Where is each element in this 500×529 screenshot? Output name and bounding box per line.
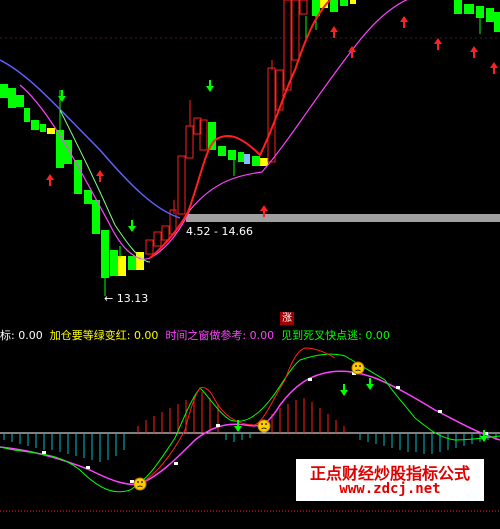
candle — [486, 8, 494, 22]
down-arrow-icon — [128, 220, 136, 232]
down-arrow-icon — [206, 80, 214, 92]
up-arrow-icon — [400, 16, 408, 28]
wicks — [59, 16, 481, 296]
candle — [47, 128, 55, 134]
candle — [208, 122, 216, 150]
watermark: 正点财经炒股指标公式 www.zdcj.net — [296, 459, 484, 501]
candle — [244, 154, 250, 164]
up-arrow-icons — [46, 16, 498, 217]
candle — [8, 88, 16, 108]
indicator-legend-bar: 标: 0.00 加仓要等绿变红: 0.00 时间之窗做参考: 0.00 见到死叉… — [0, 327, 500, 344]
candle — [40, 124, 46, 132]
up-arrow-icon — [490, 62, 498, 74]
sad-face-icon — [133, 477, 147, 491]
candle — [74, 160, 82, 194]
candle — [118, 256, 126, 276]
candle — [218, 146, 226, 156]
up-arrow-icon — [46, 174, 54, 186]
indicator-item-3: 见到死叉快点逃: 0.00 — [281, 329, 390, 342]
candle — [238, 152, 244, 162]
down-arrow-icon — [366, 378, 374, 390]
candle — [0, 84, 8, 98]
candle — [340, 0, 348, 6]
up-arrow-icon — [470, 46, 478, 58]
sad-face-icon — [257, 419, 271, 433]
up-arrow-icon — [96, 170, 104, 182]
indicator-item-2: 时间之窗做参考: 0.00 — [165, 329, 275, 342]
support-band — [186, 214, 500, 222]
candle — [464, 4, 474, 14]
candle — [260, 158, 268, 166]
down-arrow-icon — [480, 430, 488, 442]
up-arrow-icon — [348, 46, 356, 58]
positive-histogram — [137, 392, 345, 433]
candle — [128, 256, 136, 270]
indicator-down-arrows — [234, 378, 488, 442]
down-arrow-icon — [340, 384, 348, 396]
indicator-item-1: 加仓要等绿变红: 0.00 — [49, 329, 159, 342]
negative-histogram — [3, 433, 497, 462]
candle — [494, 12, 500, 32]
limit-up-badge: 涨 — [280, 312, 294, 325]
down-arrow-icon — [234, 420, 242, 432]
indicator-item-0: 标: 0.00 — [0, 329, 43, 342]
candle — [16, 95, 24, 107]
candle — [84, 190, 92, 204]
candle — [330, 0, 338, 12]
stock-chart-window: 4.52 - 14.66 ← 13.13 涨 标: 0.00 加仓要等绿变红: … — [0, 0, 500, 529]
candle — [350, 0, 356, 4]
candle — [101, 230, 109, 278]
low-price-label: ← 13.13 — [104, 292, 149, 305]
up-arrow-icon — [434, 38, 442, 50]
candle — [252, 156, 260, 166]
candle — [110, 250, 118, 276]
candle — [228, 150, 236, 160]
up-arrow-icon — [330, 26, 338, 38]
candle — [454, 0, 462, 14]
sad-face-icon — [351, 361, 365, 375]
range-label: 4.52 - 14.66 — [186, 225, 253, 238]
candle — [476, 6, 484, 18]
candlestick-chart[interactable] — [0, 0, 500, 327]
watermark-url: www.zdcj.net — [339, 481, 441, 497]
candle — [24, 108, 30, 122]
candle — [31, 120, 39, 130]
down-arrow-icon — [58, 90, 66, 102]
